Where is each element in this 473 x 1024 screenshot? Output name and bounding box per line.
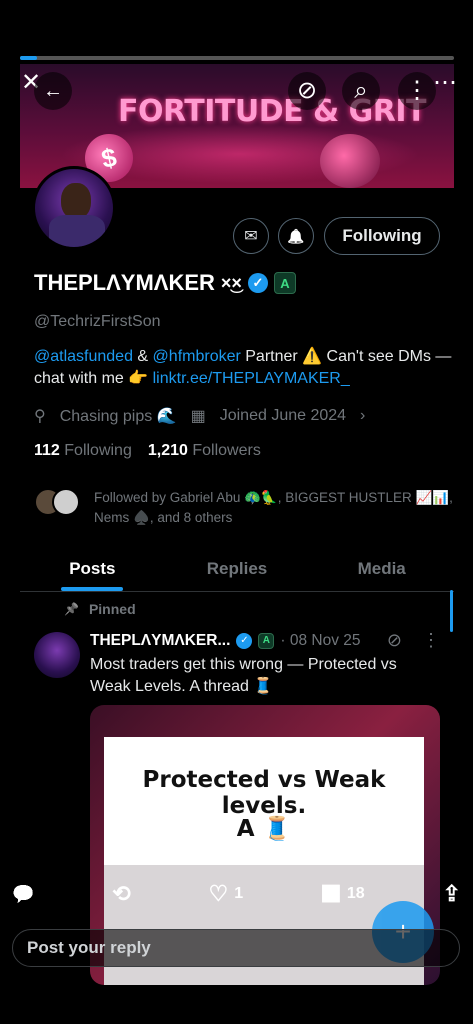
search-icon[interactable]: ⌕ <box>342 72 380 110</box>
media-title: Protected vs Weak levels. <box>142 767 386 819</box>
bell-plus-icon: 🔔 <box>287 227 305 244</box>
following-button[interactable]: Following <box>324 217 440 255</box>
reply-button[interactable]: 💬 <box>12 884 34 905</box>
followers-count: 1,210 <box>147 442 188 459</box>
bio-mention-atlasfunded[interactable]: @atlasfunded <box>34 348 133 365</box>
tab-replies[interactable]: Replies <box>165 546 310 591</box>
like-button[interactable]: ♡ 1 <box>209 881 244 907</box>
followers-count-link[interactable]: 1,210 Followers <box>148 442 261 460</box>
chevron-right-icon[interactable]: › <box>360 407 365 425</box>
profile-meta: ⚲ Chasing pips 🌊 ▦ Joined June 2024 › <box>34 406 365 426</box>
scrollbar[interactable] <box>450 590 453 632</box>
tab-media[interactable]: Media <box>309 546 454 591</box>
message-button[interactable]: ✉ <box>233 218 269 254</box>
more-vertical-icon[interactable]: ⋮ <box>422 630 440 651</box>
story-progress-bar <box>20 56 454 60</box>
location-pin-icon: ⚲ <box>34 408 46 425</box>
affiliate-badge-icon[interactable]: A <box>273 272 296 294</box>
reply-icon: 💬 <box>12 883 35 904</box>
grok-icon[interactable]: ⊘ <box>387 630 402 651</box>
heart-icon: ♡ <box>208 881 229 906</box>
bio-amp: & <box>132 348 153 365</box>
repost-icon: ⟲ <box>112 881 131 906</box>
followed-by-row[interactable]: Followed by Gabriel Abu 🦚🦜, BIGGEST HUST… <box>34 488 454 528</box>
post-text: Most traders get this wrong — Protected … <box>90 656 397 695</box>
calendar-icon: ▦ <box>190 408 206 425</box>
follow-counts: 112 Following 1,210 Followers <box>34 442 261 460</box>
profile-joined: Joined June 2024 <box>219 407 347 424</box>
name-emoji: ×͜× <box>220 272 242 293</box>
story-progress-fill <box>20 56 38 60</box>
avatar-face <box>61 183 91 219</box>
pinned-label-row: 📌 Pinned <box>64 601 136 617</box>
views-count: 18 <box>346 885 365 902</box>
profile-name-row: THEPLΛYMΛKER ×͜× ✓ A <box>34 270 296 296</box>
notify-button[interactable]: 🔔 <box>278 218 314 254</box>
profile-tabs: Posts Replies Media <box>20 546 454 592</box>
pinned-label: Pinned <box>88 601 136 617</box>
profile-bio: @atlasfunded & @hfmbroker Partner ⚠️ Can… <box>34 346 454 390</box>
like-count: 1 <box>234 885 244 902</box>
bio-link[interactable]: linktr.ee/THEPLAYMAKER_ <box>153 370 350 387</box>
post-author[interactable]: THEPLΛYMΛKER... <box>90 632 230 650</box>
profile-name: THEPLΛYMΛKER <box>34 270 215 295</box>
profile-avatar[interactable] <box>32 166 116 250</box>
reply-input[interactable]: Post your reply <box>12 929 460 967</box>
follower-avatars <box>34 488 84 518</box>
grok-icon[interactable]: ⊘ <box>288 72 326 110</box>
following-count-link[interactable]: 112 Following <box>34 442 132 460</box>
post-header: THEPLΛYMΛKER... ✓ A · 08 Nov 25 ⊘ ⋮ <box>90 630 440 651</box>
banner-orb <box>320 134 380 188</box>
affiliate-badge-icon: A <box>258 632 275 649</box>
repost-button[interactable]: ⟲ <box>112 881 130 907</box>
followers-label: Followers <box>192 442 261 459</box>
following-label: Following <box>64 442 132 459</box>
profile-handle: @TechrizFirstSon <box>34 313 161 330</box>
verified-badge-icon[interactable]: ✓ <box>247 273 268 293</box>
follower-avatar <box>52 488 80 516</box>
back-arrow-icon[interactable]: ← <box>34 72 72 110</box>
share-icon: ⇪ <box>442 881 461 906</box>
profile-location: Chasing pips 🌊 <box>59 408 177 425</box>
banner-title: FORTITUDE & GRIT <box>118 94 427 129</box>
more-horizontal-icon[interactable]: ⋯ <box>426 64 464 102</box>
tab-posts[interactable]: Posts <box>20 546 165 591</box>
following-count: 112 <box>34 442 60 459</box>
followed-by-text: Followed by Gabriel Abu 🦚🦜, BIGGEST HUST… <box>94 490 453 525</box>
media-subtitle: A 🧵 <box>236 816 292 842</box>
pin-icon: 📌 <box>64 602 79 616</box>
avatar-body <box>49 215 105 247</box>
views-button[interactable]: 📊 18 <box>321 884 365 904</box>
views-chart-icon: 📊 <box>320 886 341 903</box>
post-avatar[interactable] <box>34 632 80 678</box>
share-button[interactable]: ⇪ <box>443 881 461 907</box>
post-date[interactable]: · 08 Nov 25 <box>280 632 360 650</box>
envelope-icon: ✉ <box>244 228 258 245</box>
bio-mention-hfmbroker[interactable]: @hfmbroker <box>153 348 241 365</box>
verified-badge-icon: ✓ <box>236 632 253 649</box>
